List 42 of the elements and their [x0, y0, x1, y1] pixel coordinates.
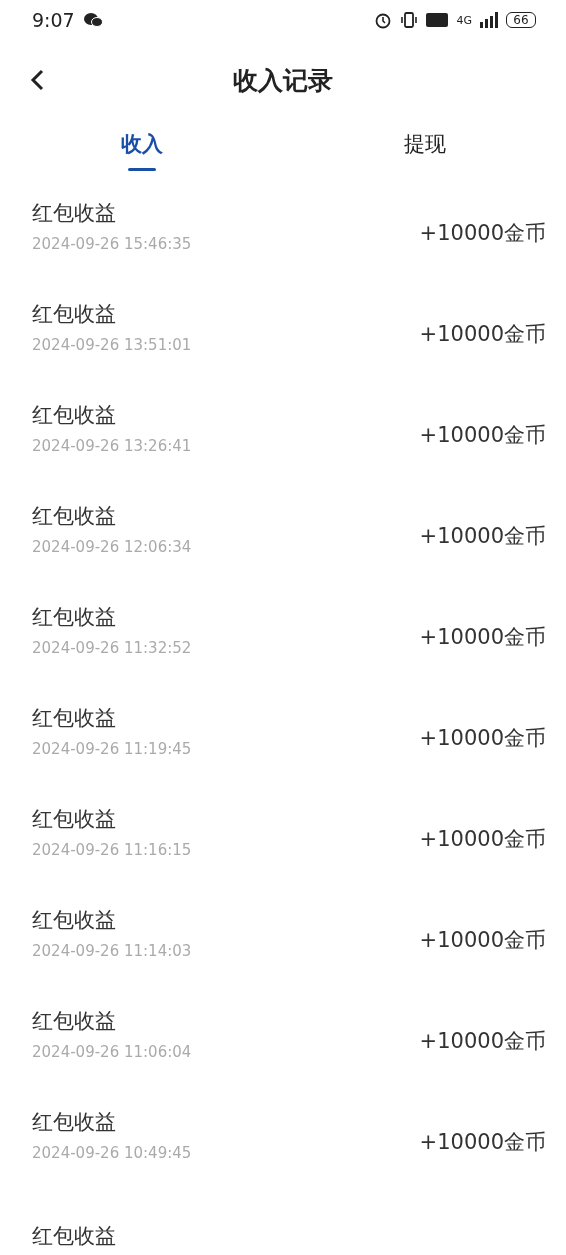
record-title: 红包收益 — [32, 502, 117, 530]
record-amount: +10000金币 — [419, 320, 546, 348]
record-amount: +10000金币 — [419, 219, 546, 247]
battery-icon: 66 — [506, 12, 536, 28]
back-icon[interactable] — [30, 69, 44, 91]
record-time: 2024-09-26 11:16:15 — [32, 840, 192, 859]
record-time: 2024-09-26 13:51:01 — [32, 335, 192, 354]
record-title: 红包收益 — [32, 603, 117, 631]
record-time: 2024-09-26 10:49:45 — [32, 1143, 192, 1162]
record-amount: +10000金币 — [419, 522, 546, 550]
status-time: 9:07 — [32, 9, 75, 31]
record-time: 2024-09-26 11:06:04 — [32, 1042, 192, 1061]
vibrate-icon — [400, 11, 419, 29]
record-amount: +10000金币 — [419, 724, 546, 752]
record-title: 红包收益 — [32, 401, 117, 429]
record-title: 红包收益 — [32, 704, 117, 732]
record-amount: +10000金币 — [419, 1027, 546, 1055]
alarm-icon — [374, 11, 393, 29]
record-time: 2024-09-26 11:32:52 — [32, 638, 192, 657]
chat-icon — [82, 12, 103, 28]
record-title: 红包收益 — [32, 1007, 117, 1035]
record-amount: +10000金币 — [419, 825, 546, 853]
record-amount: +10000金币 — [419, 623, 546, 651]
record-time: 2024-09-26 12:06:34 — [32, 537, 192, 556]
record-amount: +10000金币 — [419, 926, 546, 954]
record-time: 2024-09-26 15:46:35 — [32, 234, 192, 253]
page-title: 收入记录 — [233, 64, 333, 97]
record-time: 2024-09-26 11:14:03 — [32, 941, 192, 960]
record-title: 红包收益 — [32, 805, 117, 833]
record-title: 红包收益 — [32, 906, 117, 934]
record-amount: +10000金币 — [419, 1128, 546, 1156]
record-title: 红包收益 — [32, 199, 117, 227]
record-time: 2024-09-26 11:19:45 — [32, 739, 192, 758]
tab[interactable]: 提现 — [283, 120, 566, 182]
network-label: 4G — [456, 13, 472, 27]
tab[interactable]: 收入 — [0, 120, 283, 182]
record-title: 红包收益 — [32, 1108, 117, 1136]
signal-icon — [480, 12, 498, 28]
record-title: 红包收益 — [32, 300, 117, 328]
record-amount: +10000金币 — [419, 421, 546, 449]
record-time: 2024-09-26 13:26:41 — [32, 436, 192, 455]
record-title: 红包收益 — [32, 1222, 116, 1250]
